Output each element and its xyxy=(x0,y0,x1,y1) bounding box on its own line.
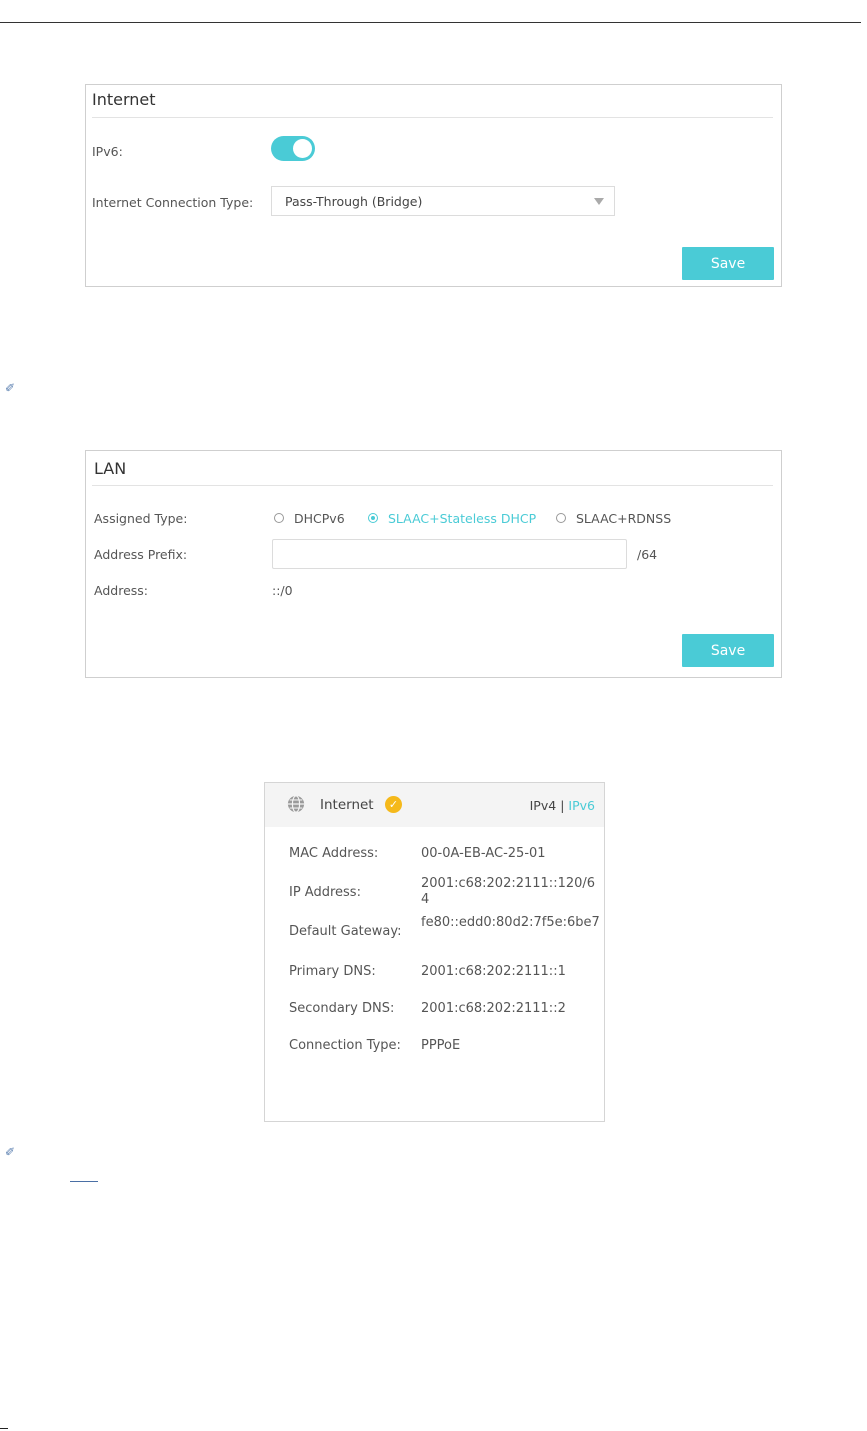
secondary-dns-value: 2001:c68:202:2111::2 xyxy=(421,1001,566,1016)
internet-panel: Internet IPv6: Internet Connection Type:… xyxy=(85,84,782,287)
default-gateway-value: fe80::edd0:80d2:7f5e:6be7 xyxy=(421,915,600,930)
connection-type-label: Connection Type: xyxy=(289,1038,401,1053)
ipv6-label: IPv6: xyxy=(92,144,123,159)
card-title: Internet xyxy=(320,797,374,813)
link-underline[interactable] xyxy=(70,1181,98,1182)
address-label: Address: xyxy=(94,583,148,598)
note-clip-icon: ✐ xyxy=(5,381,16,395)
ipv6-toggle[interactable] xyxy=(271,136,315,161)
check-icon: ✓ xyxy=(385,796,402,813)
panel-title: LAN xyxy=(94,459,127,478)
connection-type-value: PPPoE xyxy=(421,1038,461,1053)
divider xyxy=(92,485,773,486)
lan-panel: LAN Assigned Type: DHCPv6 SLAAC+Stateles… xyxy=(85,450,782,678)
top-rule xyxy=(0,22,861,23)
toggle-knob xyxy=(293,139,312,158)
address-prefix-input[interactable] xyxy=(272,539,627,569)
primary-dns-label: Primary DNS: xyxy=(289,964,376,979)
internet-status-card: Internet ✓ IPv4 | IPv6 MAC Address: 00-0A-… xyxy=(264,782,605,1122)
address-prefix-label: Address Prefix: xyxy=(94,547,188,562)
card-header: Internet ✓ IPv4 | IPv6 xyxy=(265,783,604,827)
prefix-suffix: /64 xyxy=(637,547,658,562)
ip-address-value: 2001:c68:202:2111::120/64 xyxy=(421,876,596,907)
divider xyxy=(92,117,773,118)
tab-ipv6[interactable]: IPv6 xyxy=(568,798,595,813)
tab-separator: | xyxy=(560,798,565,813)
ip-version-tabs: IPv4 | IPv6 xyxy=(530,798,595,813)
ip-address-label: IP Address: xyxy=(289,885,361,900)
default-gateway-label: Default Gateway: xyxy=(289,924,402,939)
mac-address-label: MAC Address: xyxy=(289,846,379,861)
secondary-dns-label: Secondary DNS: xyxy=(289,1001,395,1016)
globe-icon xyxy=(287,795,305,813)
lan-save-button[interactable]: Save xyxy=(682,634,774,667)
connection-type-value: Pass-Through (Bridge) xyxy=(285,194,423,209)
radio-slaac-rdnss-label[interactable]: SLAAC+RDNSS xyxy=(576,511,671,526)
connection-type-label: Internet Connection Type: xyxy=(92,195,254,210)
radio-slaac-stateless-dhcp[interactable] xyxy=(368,513,378,523)
dropdown-arrow-icon xyxy=(594,198,604,205)
internet-save-button[interactable]: Save xyxy=(682,247,774,280)
address-value: ::/0 xyxy=(272,583,293,598)
radio-slaac-stateless-dhcp-label[interactable]: SLAAC+Stateless DHCP xyxy=(388,511,536,526)
radio-slaac-rdnss[interactable] xyxy=(556,513,566,523)
page-corner-mark xyxy=(0,1428,8,1429)
radio-dhcpv6[interactable] xyxy=(274,513,284,523)
note-clip-icon: ✐ xyxy=(5,1145,16,1159)
assigned-type-label: Assigned Type: xyxy=(94,511,188,526)
radio-dhcpv6-label[interactable]: DHCPv6 xyxy=(294,511,345,526)
tab-ipv4[interactable]: IPv4 xyxy=(530,798,557,813)
connection-type-select[interactable]: Pass-Through (Bridge) xyxy=(271,186,615,216)
primary-dns-value: 2001:c68:202:2111::1 xyxy=(421,964,566,979)
mac-address-value: 00-0A-EB-AC-25-01 xyxy=(421,846,546,861)
panel-title: Internet xyxy=(92,90,156,109)
